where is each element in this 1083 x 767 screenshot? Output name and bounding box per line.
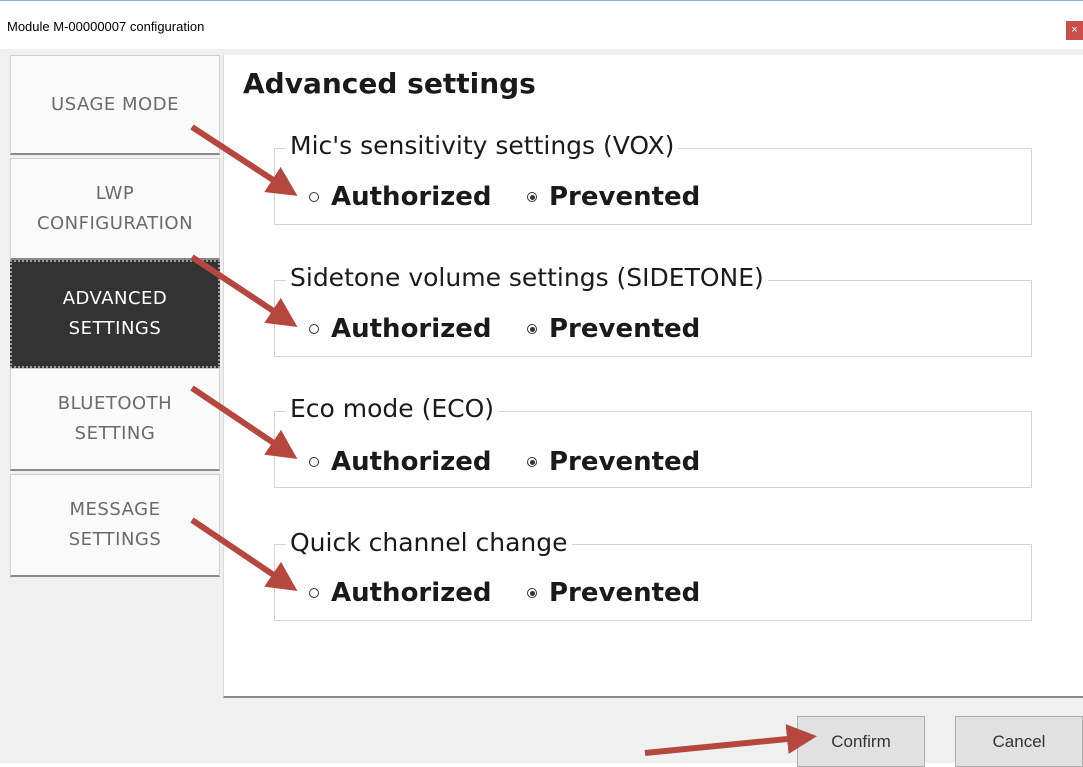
window-title: Module M-00000007 configuration (7, 19, 205, 34)
radio-vox-prevented[interactable]: Prevented (527, 182, 700, 212)
radio-label: Prevented (549, 447, 701, 477)
radio-label: Authorized (331, 182, 492, 212)
radio-button-icon (309, 457, 319, 467)
radio-label: Authorized (331, 578, 492, 608)
tab-lwp-configuration[interactable]: LWP CONFIGURATION (10, 158, 220, 260)
radio-label: Prevented (549, 578, 701, 608)
tab-usage-mode[interactable]: USAGE MODE (10, 55, 220, 155)
radio-button-icon (527, 192, 537, 202)
radio-quick-channel-prevented[interactable]: Prevented (527, 578, 700, 608)
radio-button-icon (309, 192, 319, 202)
tab-message-settings[interactable]: MESSAGE SETTINGS (10, 474, 220, 577)
group-legend-vox: Mic's sensitivity settings (VOX) (286, 131, 679, 160)
radio-label: Prevented (549, 182, 701, 212)
tab-bluetooth-setting[interactable]: BLUETOOTH SETTING (10, 368, 220, 471)
radio-sidetone-authorized[interactable]: Authorized (309, 314, 492, 344)
radio-quick-channel-authorized[interactable]: Authorized (309, 578, 492, 608)
radio-sidetone-prevented[interactable]: Prevented (527, 314, 700, 344)
radio-eco-authorized[interactable]: Authorized (309, 447, 492, 477)
radio-button-icon (309, 588, 319, 598)
radio-button-icon (527, 324, 537, 334)
close-button[interactable]: × (1066, 21, 1083, 40)
radio-button-icon (309, 324, 319, 334)
config-window: Module M-00000007 configuration × USAGE … (0, 0, 1083, 767)
radio-label: Authorized (331, 314, 492, 344)
group-legend-sidetone: Sidetone volume settings (SIDETONE) (286, 263, 768, 292)
radio-button-icon (527, 588, 537, 598)
cancel-button[interactable]: Cancel (955, 716, 1083, 767)
page-title: Advanced settings (243, 67, 536, 100)
arrow-icon-confirm (644, 724, 817, 756)
radio-label: Prevented (549, 314, 701, 344)
tab-advanced-settings[interactable]: ADVANCED SETTINGS (10, 260, 220, 368)
confirm-button[interactable]: Confirm (797, 716, 925, 767)
group-legend-eco: Eco mode (ECO) (286, 394, 499, 423)
group-legend-quick-channel: Quick channel change (286, 528, 572, 557)
radio-button-icon (527, 457, 537, 467)
radio-label: Authorized (331, 447, 492, 477)
radio-eco-prevented[interactable]: Prevented (527, 447, 700, 477)
radio-vox-authorized[interactable]: Authorized (309, 182, 492, 212)
title-bar: Module M-00000007 configuration × (0, 1, 1083, 49)
